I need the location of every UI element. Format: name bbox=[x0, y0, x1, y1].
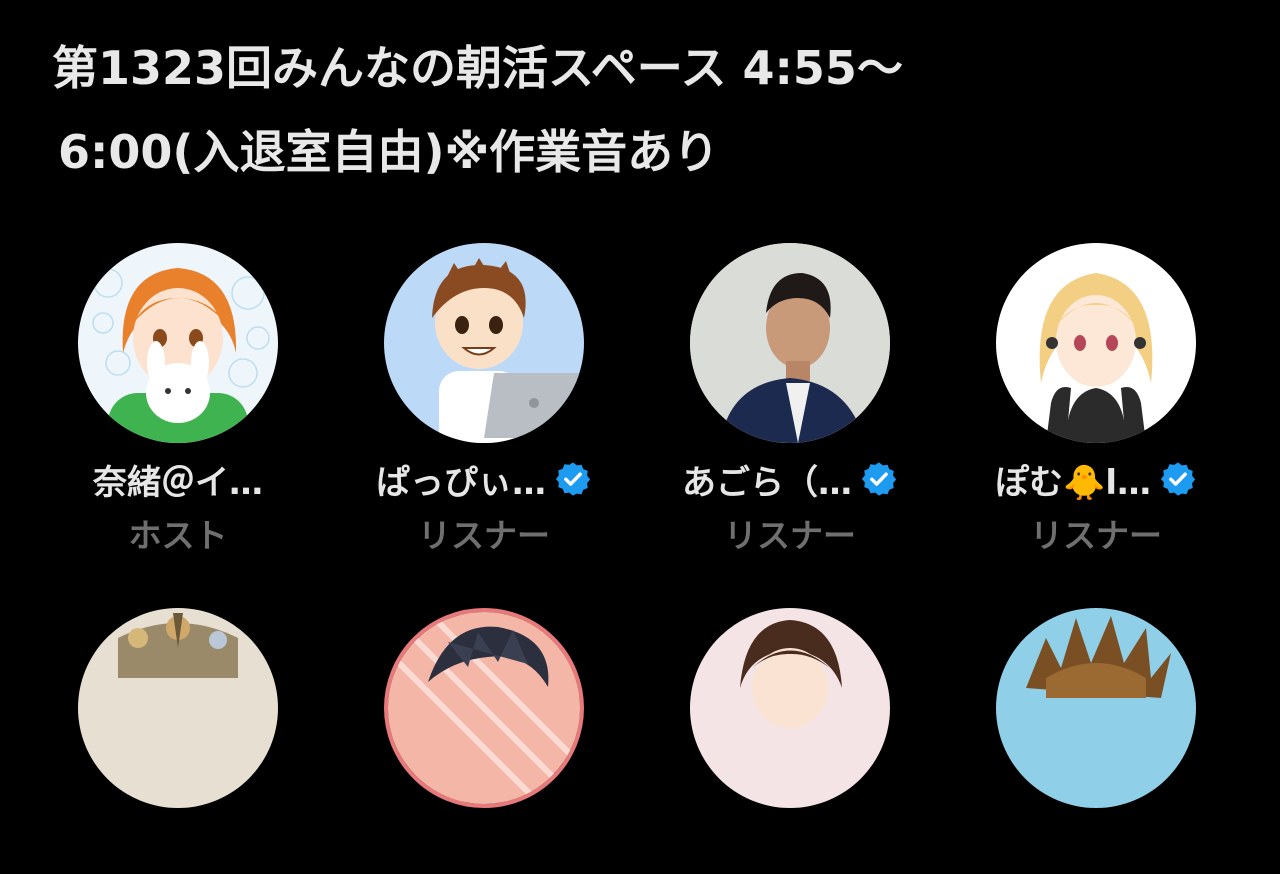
avatar-dark-hair-boy-icon bbox=[388, 612, 580, 804]
participant-name: ぽむ🐥l… bbox=[995, 462, 1151, 503]
avatar-floral-icon bbox=[78, 608, 278, 808]
avatar-orange-hair-girl-icon bbox=[78, 243, 278, 443]
participant-role: リスナー bbox=[418, 516, 550, 555]
avatar[interactable] bbox=[996, 243, 1196, 443]
avatar[interactable] bbox=[690, 243, 890, 443]
avatar-blonde-girl-icon bbox=[996, 243, 1196, 443]
name-row: ぽむ🐥l… bbox=[956, 457, 1236, 503]
avatar[interactable] bbox=[384, 243, 584, 443]
verified-badge-icon bbox=[555, 462, 591, 496]
participant-listener[interactable] bbox=[650, 608, 930, 874]
participant-name: あごら（… bbox=[682, 462, 852, 503]
participant-listener[interactable]: ぱっぴぃ… リスナー bbox=[344, 243, 624, 557]
participant-name: 奈緒＠イ… bbox=[93, 462, 263, 503]
participant-role: リスナー bbox=[724, 516, 856, 555]
participant-listener[interactable] bbox=[344, 608, 624, 874]
participant-role: リスナー bbox=[1030, 516, 1162, 555]
name-row: あごら（… bbox=[650, 457, 930, 503]
avatar-girl-brown-hair-icon bbox=[690, 608, 890, 808]
participant-host[interactable]: 奈緒＠イ… ホスト bbox=[38, 243, 318, 557]
name-row bbox=[344, 822, 624, 866]
participant-role: ホスト bbox=[128, 516, 228, 555]
participant-name: ぱっぴぃ… bbox=[376, 462, 546, 503]
avatar[interactable] bbox=[384, 608, 584, 808]
participant-grid: 奈緒＠イ… ホスト ぱっぴぃ… リスナー あごら（… リスナー ぽむ🐥l… リス… bbox=[0, 0, 1280, 808]
avatar-boy-laptop-icon bbox=[384, 243, 584, 443]
avatar[interactable] bbox=[996, 608, 1196, 808]
name-row bbox=[650, 822, 930, 866]
avatar[interactable] bbox=[78, 608, 278, 808]
verified-badge-icon bbox=[861, 462, 897, 496]
avatar[interactable] bbox=[690, 608, 890, 808]
verified-badge-icon bbox=[1160, 462, 1196, 496]
name-row bbox=[38, 822, 318, 866]
name-row bbox=[956, 822, 1236, 866]
avatar[interactable] bbox=[78, 243, 278, 443]
name-row: ぱっぴぃ… bbox=[344, 457, 624, 503]
participant-listener[interactable] bbox=[956, 608, 1236, 874]
participant-listener[interactable]: ぽむ🐥l… リスナー bbox=[956, 243, 1236, 557]
name-row: 奈緒＠イ… bbox=[38, 457, 318, 503]
participant-listener[interactable] bbox=[38, 608, 318, 874]
avatar-man-photo-icon bbox=[690, 243, 890, 443]
avatar-spiky-hair-icon bbox=[996, 608, 1196, 808]
participant-listener[interactable]: あごら（… リスナー bbox=[650, 243, 930, 557]
